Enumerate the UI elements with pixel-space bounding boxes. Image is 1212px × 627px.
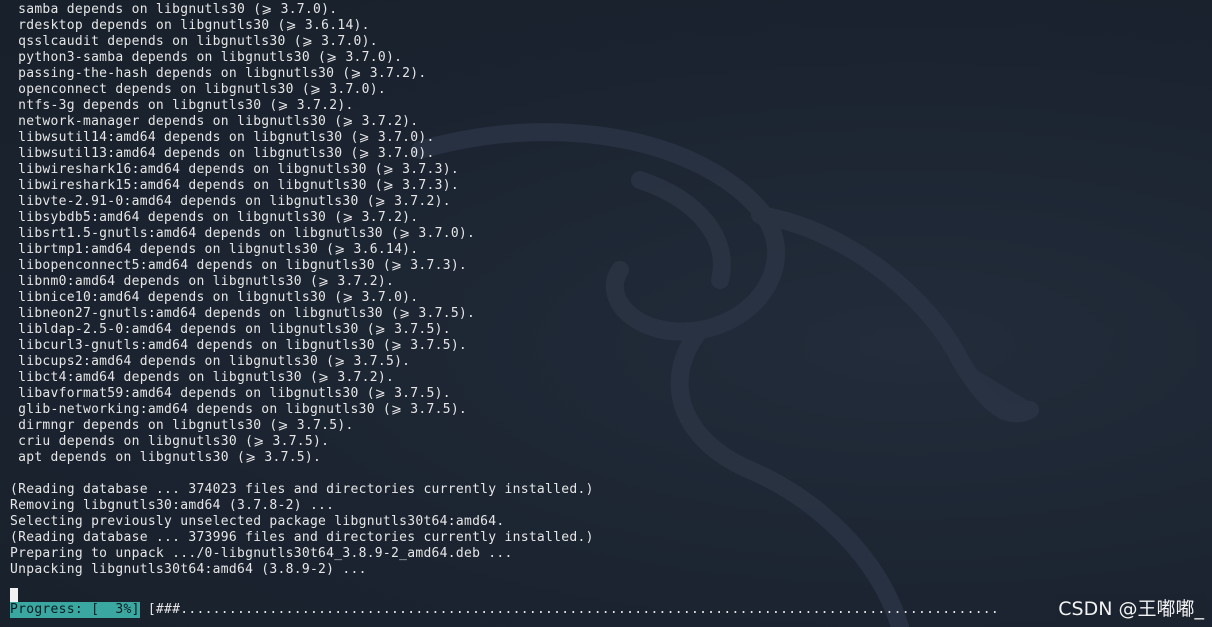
terminal-line: libnm0:amd64 depends on libgnutls30 (⩾ 3… bbox=[10, 274, 395, 289]
terminal-line: libct4:amd64 depends on libgnutls30 (⩾ 3… bbox=[10, 370, 395, 385]
progress-label: Progress: [ 3%] bbox=[10, 602, 140, 618]
terminal-line: libwireshark15:amd64 depends on libgnutl… bbox=[10, 178, 459, 193]
terminal-line: qsslcaudit depends on libgnutls30 (⩾ 3.7… bbox=[10, 34, 378, 49]
terminal-line: libcups2:amd64 depends on libgnutls30 (⩾… bbox=[10, 354, 411, 369]
progress-bar: [###....................................… bbox=[139, 602, 1000, 617]
terminal-window[interactable]: samba depends on libgnutls30 (⩾ 3.7.0). … bbox=[0, 0, 1212, 627]
terminal-line: libldap-2.5-0:amd64 depends on libgnutls… bbox=[10, 322, 451, 337]
terminal-line: (Reading database ... 374023 files and d… bbox=[10, 482, 594, 497]
terminal-line: libwireshark16:amd64 depends on libgnutl… bbox=[10, 162, 459, 177]
terminal-line: rdesktop depends on libgnutls30 (⩾ 3.6.1… bbox=[10, 18, 370, 33]
terminal-line: Preparing to unpack .../0-libgnutls30t64… bbox=[10, 546, 513, 561]
progress-line: Progress: [ 3%] [###....................… bbox=[10, 602, 999, 618]
terminal-line: criu depends on libgnutls30 (⩾ 3.7.5). bbox=[10, 434, 330, 449]
terminal-line: passing-the-hash depends on libgnutls30 … bbox=[10, 66, 427, 81]
terminal-cursor bbox=[10, 588, 18, 602]
terminal-line: dirmngr depends on libgnutls30 (⩾ 3.7.5)… bbox=[10, 418, 354, 433]
terminal-line: libcurl3-gnutls:amd64 depends on libgnut… bbox=[10, 338, 468, 353]
terminal-line: glib-networking:amd64 depends on libgnut… bbox=[10, 402, 468, 417]
terminal-output: samba depends on libgnutls30 (⩾ 3.7.0). … bbox=[10, 2, 1200, 602]
terminal-line: libvte-2.91-0:amd64 depends on libgnutls… bbox=[10, 194, 451, 209]
terminal-line: libwsutil14:amd64 depends on libgnutls30… bbox=[10, 130, 435, 145]
terminal-line: python3-samba depends on libgnutls30 (⩾ … bbox=[10, 50, 403, 65]
terminal-line: libavformat59:amd64 depends on libgnutls… bbox=[10, 386, 451, 401]
terminal-line: libsybdb5:amd64 depends on libgnutls30 (… bbox=[10, 210, 419, 225]
terminal-line: libsrt1.5-gnutls:amd64 depends on libgnu… bbox=[10, 226, 476, 241]
terminal-line: openconnect depends on libgnutls30 (⩾ 3.… bbox=[10, 82, 386, 97]
terminal-line: samba depends on libgnutls30 (⩾ 3.7.0). bbox=[10, 2, 338, 17]
terminal-line: (Reading database ... 373996 files and d… bbox=[10, 530, 594, 545]
terminal-line: librtmp1:amd64 depends on libgnutls30 (⩾… bbox=[10, 242, 419, 257]
terminal-line: Selecting previously unselected package … bbox=[10, 514, 505, 529]
terminal-line: libneon27-gnutls:amd64 depends on libgnu… bbox=[10, 306, 476, 321]
terminal-line: ntfs-3g depends on libgnutls30 (⩾ 3.7.2)… bbox=[10, 98, 354, 113]
terminal-line: Removing libgnutls30:amd64 (3.7.8-2) ... bbox=[10, 498, 335, 513]
terminal-line: libwsutil13:amd64 depends on libgnutls30… bbox=[10, 146, 435, 161]
terminal-line: Unpacking libgnutls30t64:amd64 (3.8.9-2)… bbox=[10, 562, 367, 577]
terminal-line: libopenconnect5:amd64 depends on libgnut… bbox=[10, 258, 468, 273]
csdn-watermark: CSDN @王嘟嘟_ bbox=[1056, 594, 1206, 621]
terminal-line: libnice10:amd64 depends on libgnutls30 (… bbox=[10, 290, 419, 305]
terminal-line: apt depends on libgnutls30 (⩾ 3.7.5). bbox=[10, 450, 322, 465]
terminal-line: network-manager depends on libgnutls30 (… bbox=[10, 114, 419, 129]
